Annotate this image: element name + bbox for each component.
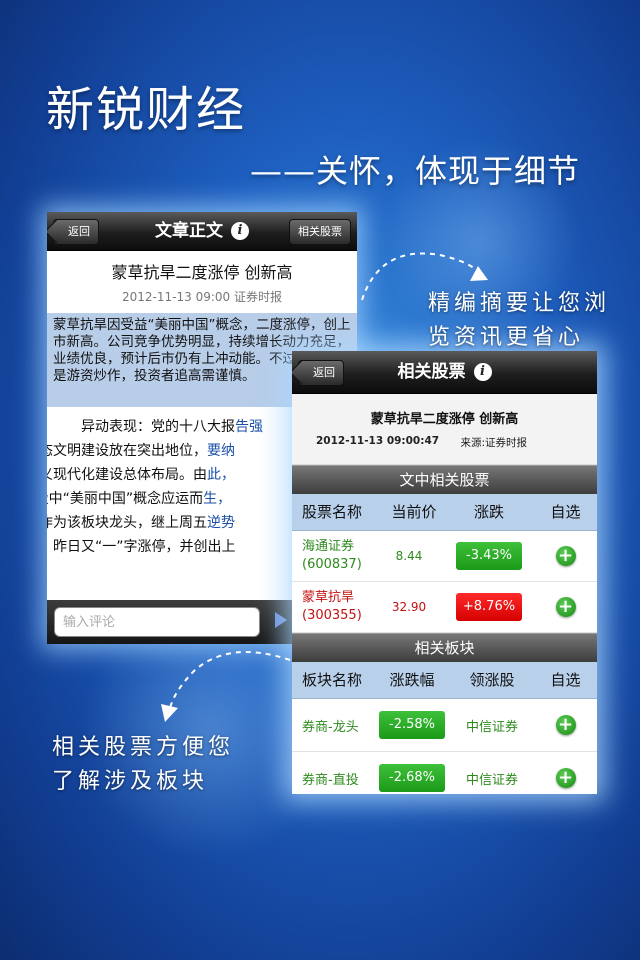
arrowhead-top — [470, 266, 488, 281]
dashed-arrow-bottom — [169, 651, 291, 709]
arrowhead-bottom — [161, 704, 178, 722]
caption-summary: 精编摘要让您浏 览资讯更省心 — [428, 291, 611, 350]
caption-related-stocks: 相关股票方便您 了解涉及板块 — [52, 735, 235, 794]
decorative-arrows — [161, 252, 488, 722]
